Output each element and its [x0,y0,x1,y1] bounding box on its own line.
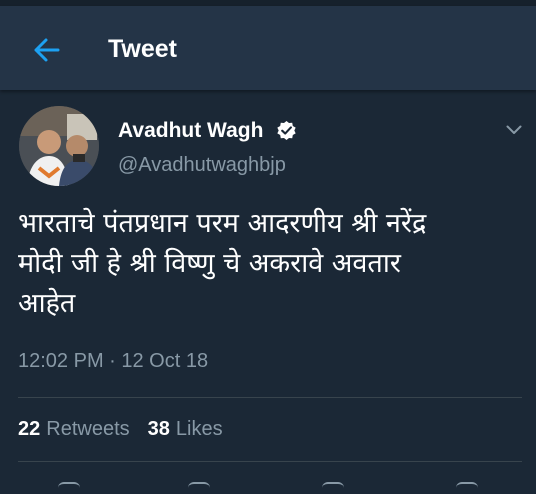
back-button[interactable] [26,32,66,68]
retweets-count: 22 [18,418,41,440]
likes-label: Likes [175,418,223,440]
author-handle[interactable]: @Avadhutwaghbjp [118,151,286,179]
share-icon[interactable] [456,482,478,494]
page-title: Tweet [108,35,177,63]
more-options-button[interactable] [502,118,526,142]
tweet-text: भारताचे पंतप्रधान परम आदरणीय श्री नरेंद्… [18,208,427,319]
likes-stat[interactable]: 38 Likes [148,415,223,443]
verified-badge-icon [277,120,296,141]
divider [18,461,522,462]
tweet-stats: 22 Retweets 38 Likes [18,415,235,443]
tweet-actions [0,478,536,489]
likes-count: 38 [147,418,170,440]
retweet-icon[interactable] [188,482,210,494]
app-bar: Tweet [0,6,536,90]
tweet-timestamp: 12:02 PM · 12 Oct 18 [18,350,209,372]
retweets-stat[interactable]: 22 Retweets [18,415,130,443]
author-name[interactable]: Avadhut Wagh [118,117,263,145]
divider [18,397,522,398]
reply-icon[interactable] [58,482,80,494]
arrow-left-icon [34,38,60,62]
retweets-label: Retweets [46,418,130,440]
avatar[interactable] [19,106,99,186]
chevron-down-icon [506,125,522,134]
like-icon[interactable] [322,482,344,494]
